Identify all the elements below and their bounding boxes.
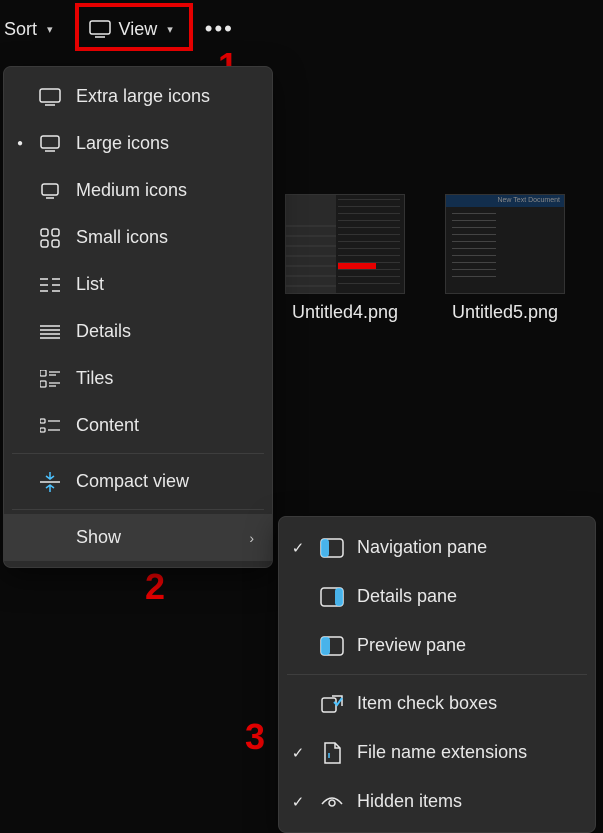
- submenu-item-label: File name extensions: [357, 742, 577, 763]
- view-option-content[interactable]: Content: [4, 402, 272, 449]
- eye-icon: [319, 794, 345, 810]
- menu-separator: [12, 453, 264, 454]
- tiles-icon: [38, 370, 62, 388]
- sort-label: Sort: [4, 19, 37, 40]
- extra-large-icons-icon: [38, 88, 62, 106]
- menu-item-label: Medium icons: [76, 180, 254, 201]
- show-option-file-name-extensions[interactable]: ✓ File name extensions: [279, 728, 595, 777]
- large-icons-icon: [38, 135, 62, 152]
- chevron-right-icon: ›: [249, 530, 254, 546]
- view-option-medium-icons[interactable]: Medium icons: [4, 167, 272, 214]
- view-option-small-icons[interactable]: Small icons: [4, 214, 272, 261]
- show-option-item-check-boxes[interactable]: Item check boxes: [279, 679, 595, 728]
- menu-separator: [12, 509, 264, 510]
- submenu-item-label: Preview pane: [357, 635, 577, 656]
- file-grid: Untitled4.png New Text Document Untitled…: [280, 194, 570, 323]
- show-option-hidden-items[interactable]: ✓ Hidden items: [279, 777, 595, 826]
- submenu-item-label: Item check boxes: [357, 693, 577, 714]
- submenu-item-label: Details pane: [357, 586, 577, 607]
- view-dropdown-menu: Extra large icons ● Large icons Medium i…: [3, 66, 273, 568]
- annotation-number-3: 3: [245, 716, 265, 758]
- show-option-details-pane[interactable]: Details pane: [279, 572, 595, 621]
- details-icon: [38, 325, 62, 339]
- show-option-navigation-pane[interactable]: ✓ Navigation pane: [279, 523, 595, 572]
- sort-button[interactable]: Sort ▾: [4, 11, 65, 48]
- annotation-box-1: [75, 3, 193, 51]
- file-name: Untitled5.png: [452, 302, 558, 323]
- view-option-compact[interactable]: Compact view: [4, 458, 272, 505]
- file-item[interactable]: New Text Document Untitled5.png: [440, 194, 570, 323]
- view-option-tiles[interactable]: Tiles: [4, 355, 272, 402]
- list-icon: [38, 277, 62, 293]
- show-option-preview-pane[interactable]: Preview pane: [279, 621, 595, 670]
- check-icon: ✓: [289, 744, 307, 762]
- view-option-details[interactable]: Details: [4, 308, 272, 355]
- content-icon: [38, 418, 62, 434]
- menu-item-label: List: [76, 274, 254, 295]
- show-submenu: ✓ Navigation pane Details pane Preview p…: [278, 516, 596, 833]
- check-icon: ✓: [289, 793, 307, 811]
- view-option-list[interactable]: List: [4, 261, 272, 308]
- view-option-show[interactable]: Show ›: [4, 514, 272, 561]
- small-icons-icon: [38, 228, 62, 248]
- menu-item-label: Compact view: [76, 471, 254, 492]
- menu-item-label: Small icons: [76, 227, 254, 248]
- chevron-down-icon: ▾: [47, 23, 53, 36]
- menu-item-label: Large icons: [76, 133, 254, 154]
- menu-item-label: Details: [76, 321, 254, 342]
- menu-item-label: Content: [76, 415, 254, 436]
- file-icon: [319, 742, 345, 764]
- preview-pane-icon: [319, 636, 345, 656]
- medium-icons-icon: [38, 183, 62, 199]
- menu-item-label: Extra large icons: [76, 86, 254, 107]
- menu-item-label: Show: [76, 527, 235, 548]
- more-button[interactable]: •••: [197, 16, 242, 42]
- view-option-large-icons[interactable]: ● Large icons: [4, 120, 272, 167]
- checkbox-icon: [319, 694, 345, 714]
- submenu-item-label: Navigation pane: [357, 537, 577, 558]
- submenu-item-label: Hidden items: [357, 791, 577, 812]
- file-item[interactable]: Untitled4.png: [280, 194, 410, 323]
- view-option-extra-large-icons[interactable]: Extra large icons: [4, 73, 272, 120]
- menu-separator: [287, 674, 587, 675]
- annotation-number-2: 2: [145, 566, 165, 608]
- menu-item-label: Tiles: [76, 368, 254, 389]
- file-name: Untitled4.png: [292, 302, 398, 323]
- check-icon: ✓: [289, 539, 307, 557]
- navigation-pane-icon: [319, 538, 345, 558]
- file-thumbnail: New Text Document: [445, 194, 565, 294]
- selected-bullet-icon: ●: [16, 138, 24, 149]
- file-thumbnail: [285, 194, 405, 294]
- compact-view-icon: [38, 472, 62, 492]
- details-pane-icon: [319, 587, 345, 607]
